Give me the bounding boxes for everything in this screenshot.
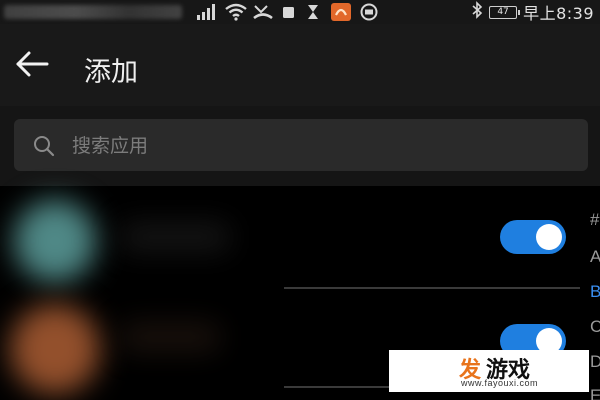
index-letter[interactable]: D: [590, 352, 600, 372]
index-letter[interactable]: C: [590, 317, 600, 337]
hourglass-icon: [306, 3, 320, 25]
list-item[interactable]: [0, 186, 588, 289]
app-icon: [10, 304, 100, 394]
app-toggle[interactable]: [500, 220, 566, 254]
arrow-left-icon: [14, 50, 50, 82]
search-area: [0, 106, 600, 186]
page-title: 添加: [84, 57, 138, 88]
square-icon: [282, 3, 296, 25]
index-letter[interactable]: #: [590, 210, 599, 230]
missed-call-icon: [252, 3, 274, 25]
bluetooth-icon: [471, 1, 483, 23]
divider: [284, 386, 394, 388]
carrier-info-blurred: [4, 5, 182, 19]
status-clock: 早上8:39: [523, 4, 594, 23]
search-input[interactable]: [70, 119, 574, 173]
alphabet-index[interactable]: # A B C D E: [588, 210, 600, 400]
search-icon: [32, 134, 56, 162]
battery-icon: 47: [489, 5, 521, 19]
app-bar: 添加: [0, 24, 600, 106]
status-icons-right: 47 早上8:39: [471, 0, 594, 24]
index-letter-active[interactable]: B: [590, 282, 600, 302]
watermark-url: www.fayouxi.com: [461, 378, 539, 388]
back-button[interactable]: [10, 46, 54, 86]
app-notification-icon: [330, 2, 352, 26]
app-name-blurred: [120, 222, 230, 252]
search-box[interactable]: [14, 119, 588, 173]
wifi-icon: [224, 3, 248, 25]
watermark: 发 游戏 www.fayouxi.com: [389, 350, 589, 392]
toggle-knob: [536, 224, 562, 250]
signal-icon: [196, 3, 218, 25]
index-letter[interactable]: A: [590, 247, 600, 267]
app-name-blurred: [120, 322, 220, 352]
media-icon: [358, 3, 380, 25]
status-bar: 47 早上8:39: [0, 0, 600, 24]
screen: 47 早上8:39 添加 搜索应用 # A B C D E 发 游戏 www.f…: [0, 0, 600, 400]
index-letter[interactable]: E: [590, 386, 600, 400]
app-icon: [14, 200, 96, 282]
